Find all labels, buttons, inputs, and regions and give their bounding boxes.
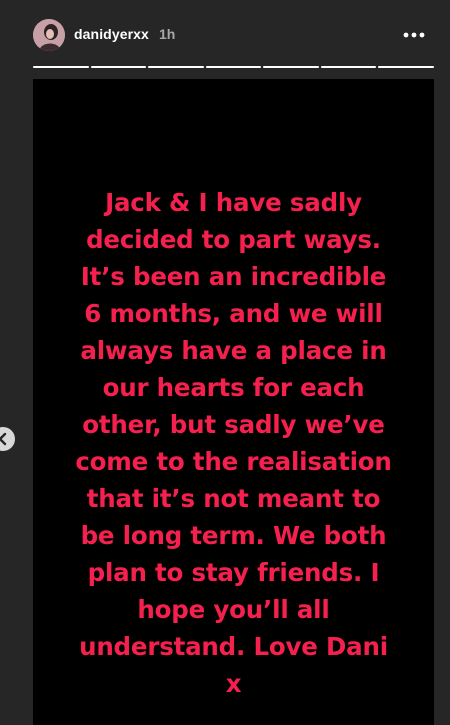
progress-segment-fill xyxy=(320,66,377,68)
progress-segment-fill xyxy=(148,66,204,68)
story-header: danidyerxx 1h xyxy=(0,0,450,70)
progress-segment-fill xyxy=(378,66,435,68)
progress-segment xyxy=(320,66,377,68)
more-horizontal-icon xyxy=(403,32,425,38)
progress-segment-fill xyxy=(90,66,147,68)
story-content[interactable]: Jack & I have sadly decided to part ways… xyxy=(33,79,434,725)
avatar-image xyxy=(33,19,65,51)
progress-segment xyxy=(263,66,319,68)
previous-story-button[interactable] xyxy=(0,427,15,451)
username[interactable]: danidyerxx xyxy=(74,26,149,42)
progress-segment xyxy=(205,66,262,68)
story-text: Jack & I have sadly decided to part ways… xyxy=(75,188,392,698)
post-time: 1h xyxy=(159,26,176,42)
more-options-button[interactable] xyxy=(400,24,428,46)
story-progress-bar xyxy=(33,66,435,69)
progress-segment xyxy=(378,66,435,68)
progress-segment xyxy=(33,66,89,68)
story-viewer: danidyerxx 1h Jack & I have sadly decide… xyxy=(0,0,450,725)
progress-segment xyxy=(148,66,204,68)
progress-segment-fill xyxy=(263,66,319,68)
chevron-left-icon xyxy=(0,432,7,446)
progress-segment-fill xyxy=(205,66,262,68)
progress-segment xyxy=(90,66,147,68)
progress-segment-fill xyxy=(33,66,89,68)
avatar[interactable] xyxy=(33,19,65,51)
